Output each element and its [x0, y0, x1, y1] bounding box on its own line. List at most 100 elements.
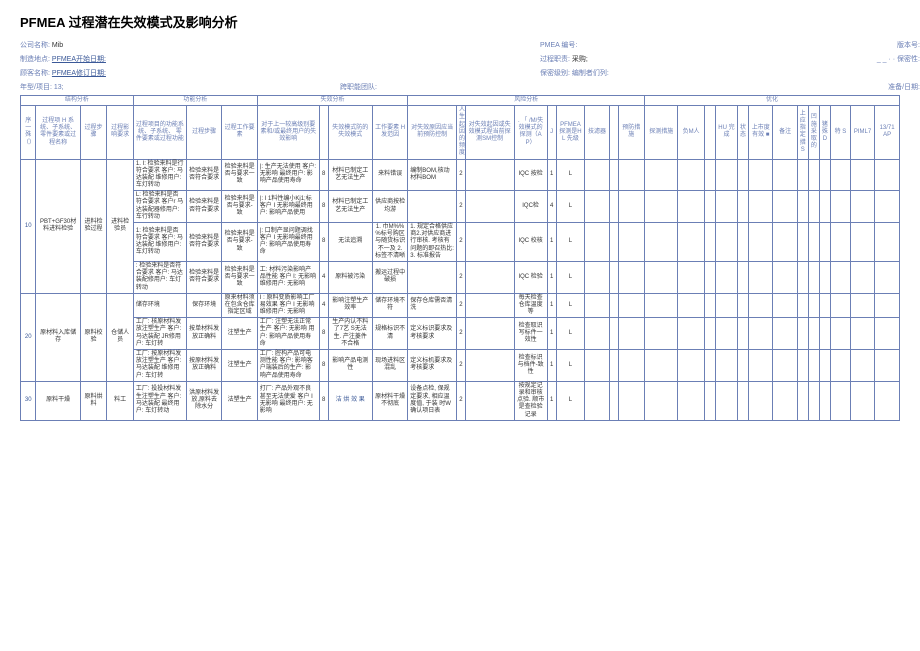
col-func-factor: 过程工作要素 [222, 106, 257, 159]
table-cell [585, 191, 609, 223]
table-cell [819, 293, 830, 318]
table-cell [797, 191, 808, 223]
table-cell [408, 191, 457, 223]
table-cell: 法塑生产 [222, 381, 257, 420]
table-cell: 定义标识要求及考核要求 [408, 318, 457, 350]
table-cell: 设备点检, 保规定要求, 相应温度值, 于装 时W确认项日表 [408, 381, 457, 420]
col-sev [319, 106, 328, 159]
table-cell [850, 223, 874, 262]
table-cell: I : 原料变质影响工厂易效果 客户 I 无影响 维修用户: 无影响 [257, 293, 319, 318]
table-row: 10PBT+GF30材料进料检验进料检验过程进料检验员1. I: 检验来料是行符… [21, 159, 900, 191]
table-cell: 2 [456, 293, 465, 318]
table-cell: 1 [547, 350, 556, 382]
table-cell: 进料检验过程 [80, 159, 107, 293]
table-cell [645, 381, 678, 420]
table-cell: 1. I: 检验来料是行符合要求 客户: 马达装配 维修用户: 车灯转动 [133, 159, 186, 191]
table-cell: 按规定记录和审核点验. 顺市是查检验记录 [514, 381, 547, 420]
table-cell [678, 318, 705, 350]
table-cell: 注塑生产 [222, 318, 257, 350]
table-cell [738, 318, 749, 350]
table-cell [618, 350, 645, 382]
table-cell [609, 381, 618, 420]
table-cell: 原来材料须在包含仓库指定区域 [222, 293, 257, 318]
table-cell [875, 293, 900, 318]
table-cell [749, 191, 773, 223]
table-cell: L [556, 318, 585, 350]
col-status: 状态 [738, 106, 749, 159]
col-process-factor: 过程影响要求 [107, 106, 134, 159]
col-fail-cause: 工作要素 H发范因 [372, 106, 407, 159]
table-cell [875, 191, 900, 223]
table-cell [465, 261, 514, 293]
table-cell: 8 [319, 223, 328, 262]
table-cell: |: 口制产显问题调找 客户 I 无影响最终用户: 影响产品使用寿命 [257, 223, 319, 262]
table-cell: L [556, 223, 585, 262]
table-cell: 储存环境 [133, 293, 186, 318]
table-cell [645, 293, 678, 318]
table-cell: 工厂: 投投材料发生注塑生产 客户: 马达装配 最终用户: 车灯转动 [133, 381, 186, 420]
table-cell: 检验来料是否与要求-致 [222, 223, 257, 262]
table-cell: L [556, 191, 585, 223]
col-ap2: 13/71 AP [875, 106, 900, 159]
table-cell: 检查标识与档件-致性 [514, 350, 547, 382]
table-cell: IQC检 [514, 191, 547, 223]
table-cell [830, 318, 850, 350]
table-cell [797, 223, 808, 262]
table-cell: 影响产品电测性 [328, 350, 372, 382]
pmea-no-label: PMEA 编号: [540, 39, 680, 51]
table-cell: 2 [456, 381, 465, 420]
table-cell [704, 191, 715, 223]
table-cell [850, 191, 874, 223]
location-label: 制造地点: PFMEA开始日期: [20, 53, 220, 65]
col-detect-method: . 「 /M/失效模式的探测（AP） [514, 106, 547, 159]
table-cell: 料工 [107, 381, 134, 420]
table-cell [715, 159, 737, 191]
table-cell [819, 318, 830, 350]
table-cell [850, 261, 874, 293]
mid-label: 跨职能团队: [340, 81, 540, 93]
table-cell: 原料校验 [80, 293, 107, 381]
table-cell [465, 159, 514, 191]
table-cell [715, 191, 737, 223]
table-cell [797, 293, 808, 318]
table-cell [465, 223, 514, 262]
table-cell [704, 293, 715, 318]
table-cell: IQC 校核 [514, 223, 547, 262]
table-cell: 2 [456, 191, 465, 223]
table-cell [618, 191, 645, 223]
table-cell [408, 261, 457, 293]
table-cell [773, 381, 797, 420]
table-cell [609, 293, 618, 318]
col-occ: 人生起因的频度 [456, 106, 465, 159]
table-cell [875, 350, 900, 382]
col-resp: 负M人 [678, 106, 705, 159]
table-cell [819, 159, 830, 191]
col-filter [609, 106, 618, 159]
table-cell: 原料被污染 [328, 261, 372, 293]
col-func-step: 过程步骤 [186, 106, 221, 159]
table-cell: PBT+GF30材料进料检验 [36, 159, 80, 293]
table-cell: L [556, 350, 585, 382]
table-row: 20原材料入库储存原料校验仓储人员储存环境保存环境原来材料须在包含仓库指定区域 … [21, 293, 900, 318]
table-cell: 生产内认不料了7艺 S无法生. 产注菱件不合格 [328, 318, 372, 350]
table-cell [850, 350, 874, 382]
table-cell [830, 223, 850, 262]
col-d2: 猪殊 D [819, 106, 830, 159]
table-cell [585, 223, 609, 262]
table-cell [645, 261, 678, 293]
table-cell [749, 381, 773, 420]
table-cell: 搬运过程中破损 [372, 261, 407, 293]
table-cell [850, 159, 874, 191]
table-cell [819, 223, 830, 262]
table-cell: 检验来料是否符合要求 [186, 159, 221, 191]
table-row: : 检验来料是否符合要求 客户: 马达装配修用户: 车灯转动检验来料是否符合要求… [21, 261, 900, 293]
table-cell [819, 191, 830, 223]
table-cell [773, 261, 797, 293]
table-cell [819, 350, 830, 382]
table-cell [749, 261, 773, 293]
table-cell [797, 350, 808, 382]
table-cell: 8 [319, 318, 328, 350]
col-o2: 凹施采取的 [808, 106, 819, 159]
col-effective: 上市度 有效 ■ [749, 106, 773, 159]
table-cell: 1 [547, 293, 556, 318]
